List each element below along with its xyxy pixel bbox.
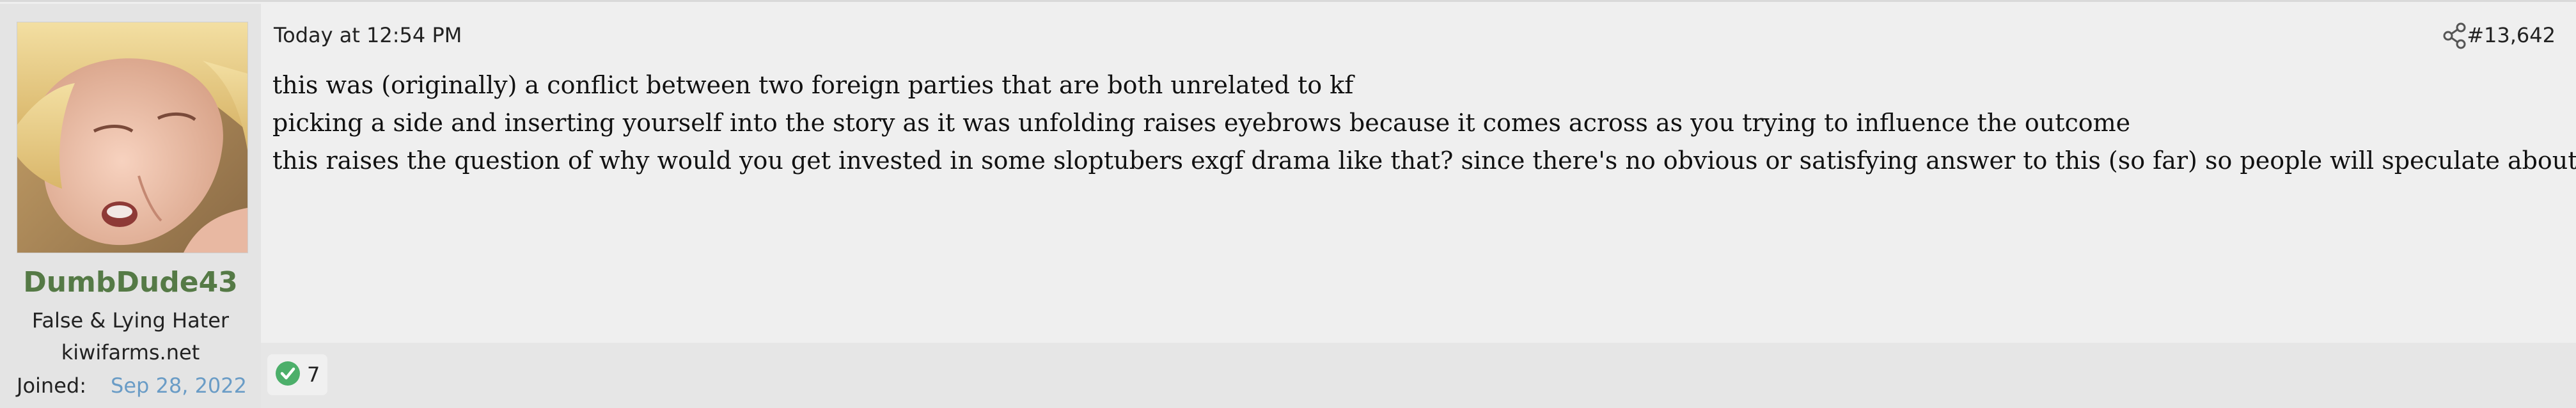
check-circle-icon	[275, 361, 301, 389]
message-line: this raises the question of why would yo…	[272, 146, 2576, 175]
message-line: this was (originally) a conflict between…	[272, 71, 1354, 99]
post-timestamp[interactable]: Today at 12:54 PM	[274, 23, 462, 47]
reaction-summary[interactable]: 7	[267, 354, 328, 395]
post-footer: 7	[261, 343, 2576, 408]
user-avatar[interactable]	[17, 22, 248, 253]
joined-label: Joined:	[17, 373, 86, 398]
avatar-image	[17, 22, 247, 253]
user-banner: kiwifarms.net	[61, 340, 200, 365]
username[interactable]: DumbDude43	[0, 266, 261, 299]
post-message: this was (originally) a conflict between…	[272, 67, 2576, 180]
reaction-count: 7	[307, 363, 320, 387]
joined-date: Sep 28, 2022	[111, 373, 247, 398]
user-title: False & Lying Hater	[31, 308, 230, 333]
user-info-panel: DumbDude43 False & Lying Hater kiwifarms…	[0, 4, 261, 408]
post-main: Today at 12:54 PM #13,642 this was (orig…	[261, 4, 2576, 408]
post-number-link[interactable]: #13,642	[2467, 23, 2556, 47]
message-line: picking a side and inserting yourself in…	[272, 109, 2131, 137]
forum-post: DumbDude43 False & Lying Hater kiwifarms…	[0, 0, 2576, 408]
share-icon[interactable]	[2442, 22, 2467, 50]
